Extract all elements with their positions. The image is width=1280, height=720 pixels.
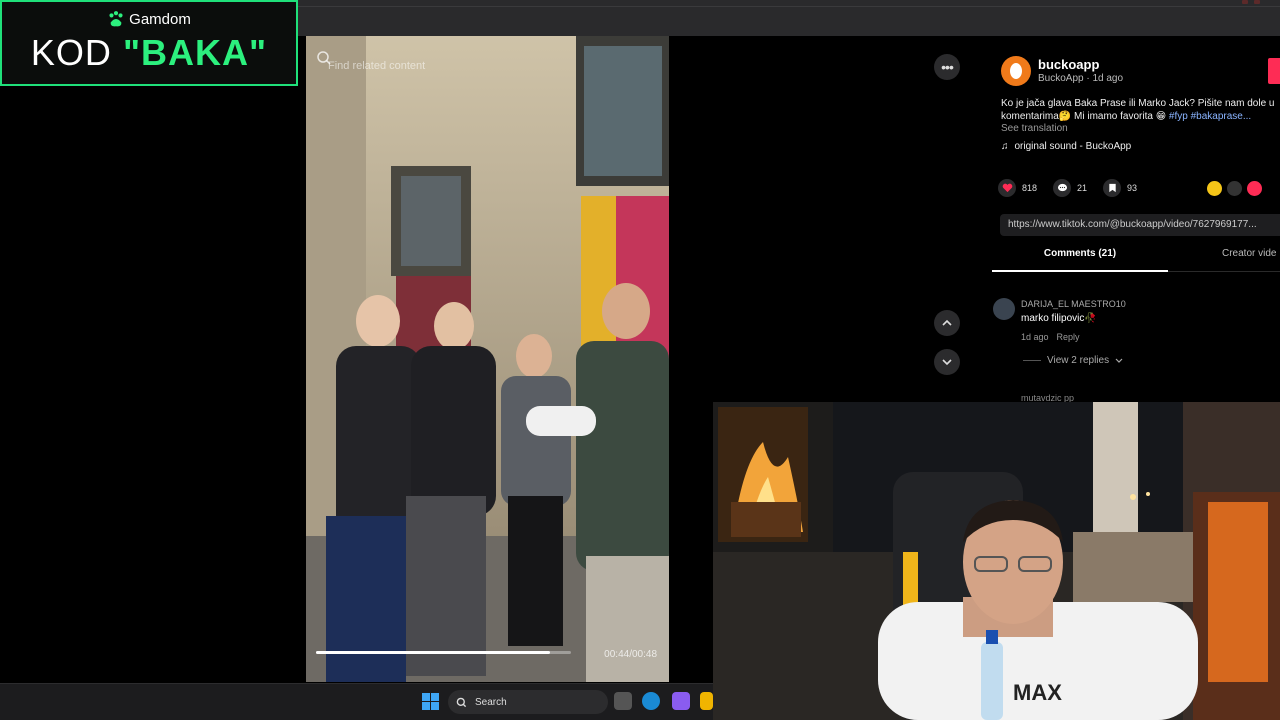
related-content-search[interactable]: Find related content xyxy=(316,50,659,82)
browser-divider xyxy=(298,6,1280,7)
creator-avatar[interactable] xyxy=(1001,56,1031,86)
video-url-field[interactable]: https://www.tiktok.com/@buckoapp/video/7… xyxy=(1000,214,1280,236)
search-icon[interactable] xyxy=(316,50,332,66)
edge-browser-icon[interactable] xyxy=(642,692,660,710)
caption-line-2: komentarima🤔 Mi imamo favorita 😁 #fyp #b… xyxy=(1001,110,1280,123)
taskbar-search-label: Search xyxy=(475,696,507,708)
browser-window-controls[interactable] xyxy=(1242,0,1260,4)
chevron-down-icon xyxy=(942,359,952,366)
file-explorer-icon[interactable] xyxy=(614,692,632,710)
next-commenter-username[interactable]: mutavdzic pp xyxy=(1021,393,1074,402)
music-title: original sound - BuckoApp xyxy=(1014,141,1132,152)
comment-text: marko filipovic🥀 xyxy=(1021,313,1097,324)
more-options-button[interactable]: ••• xyxy=(934,54,960,80)
related-content-placeholder: Find related content xyxy=(328,60,426,72)
left-empty-area xyxy=(0,86,306,683)
gamdom-brand-label: Gamdom xyxy=(129,10,191,28)
tab-comments[interactable]: Comments (21) xyxy=(992,248,1168,272)
browser-chrome xyxy=(298,0,1280,36)
view-replies-button[interactable]: View 2 replies xyxy=(1023,355,1123,366)
embed-icon[interactable] xyxy=(1227,181,1242,196)
webcam-image: MAX xyxy=(713,402,1280,720)
folder-icon[interactable] xyxy=(700,692,713,710)
previous-video-button[interactable] xyxy=(934,310,960,336)
caption-line-2-text: komentarima🤔 Mi imamo favorita 😁 xyxy=(1001,111,1169,122)
windows-start-icon[interactable] xyxy=(422,693,439,710)
heart-icon xyxy=(1002,183,1012,193)
more-horizontal-icon: ••• xyxy=(941,59,954,75)
save-button[interactable] xyxy=(1103,179,1122,197)
comment-icon xyxy=(1057,183,1067,192)
gamdom-promo-overlay: Gamdom KOD "BAKA" xyxy=(0,0,298,86)
send-share-icon[interactable] xyxy=(1247,181,1262,196)
video-progress-fill xyxy=(316,651,550,654)
follow-button[interactable] xyxy=(1268,58,1280,84)
save-count: 93 xyxy=(1127,183,1138,193)
music-link[interactable]: ♫ original sound - BuckoApp xyxy=(1001,141,1131,152)
music-note-icon: ♫ xyxy=(1001,141,1009,152)
like-count: 818 xyxy=(1022,183,1038,193)
promo-code-value: "BAKA" xyxy=(122,32,268,73)
gamdom-brand: Gamdom xyxy=(2,10,296,28)
emoji-share-icon[interactable] xyxy=(1207,181,1222,196)
promo-code: KOD "BAKA" xyxy=(2,32,296,74)
post-details-panel: buckoapp BuckoApp · 1d ago Ko je jača gl… xyxy=(978,36,1280,402)
comment-meta: 1d ago Reply xyxy=(1021,332,1080,342)
share-icons xyxy=(1207,181,1262,196)
video-frame xyxy=(306,36,669,682)
engagement-stats: 818 21 93 xyxy=(998,179,1147,197)
creator-submeta: BuckoApp · 1d ago xyxy=(1038,73,1124,84)
video-player[interactable]: Find related content 00:44/00:48 xyxy=(306,36,669,682)
chevron-down-icon xyxy=(1115,358,1123,363)
comment-count: 21 xyxy=(1077,183,1088,193)
comment-button[interactable] xyxy=(1053,179,1072,197)
webcam-feed: MAX xyxy=(713,402,1280,720)
svg-text:MAX: MAX xyxy=(1013,680,1062,705)
like-button[interactable] xyxy=(998,179,1016,197)
chevron-up-icon xyxy=(942,319,952,326)
commenter-username[interactable]: DARIJA_EL MAESTRO10 xyxy=(1021,299,1126,309)
paw-logo-icon xyxy=(109,11,123,27)
view-replies-label: View 2 replies xyxy=(1047,355,1110,366)
reply-button[interactable]: Reply xyxy=(1057,332,1080,342)
promo-code-prefix: KOD xyxy=(30,32,123,73)
post-caption: Ko je jača glava Baka Prase ili Marko Ja… xyxy=(1001,97,1280,123)
next-video-button[interactable] xyxy=(934,349,960,375)
windows-taskbar: Search xyxy=(0,683,713,720)
caption-hashtags[interactable]: #fyp #bakaprase... xyxy=(1169,111,1251,122)
video-timecode: 00:44/00:48 xyxy=(604,649,657,660)
commenter-avatar[interactable] xyxy=(993,298,1015,320)
taskbar-search[interactable]: Search xyxy=(448,690,608,714)
comment-tabs: Comments (21) Creator vide xyxy=(992,248,1280,272)
creator-username[interactable]: buckoapp xyxy=(1038,57,1099,72)
bookmark-icon xyxy=(1108,183,1116,193)
replies-divider xyxy=(1023,360,1041,361)
tab-creator-videos[interactable]: Creator vide xyxy=(1222,248,1276,259)
stream-screen: Gamdom KOD "BAKA" Find related content 0… xyxy=(0,0,1280,720)
caption-line-1: Ko je jača glava Baka Prase ili Marko Ja… xyxy=(1001,98,1275,109)
copilot-icon[interactable] xyxy=(672,692,690,710)
see-translation-link[interactable]: See translation xyxy=(1001,123,1068,134)
video-progress-bar[interactable] xyxy=(316,651,571,654)
comment-time: 1d ago xyxy=(1021,332,1049,342)
search-icon xyxy=(456,697,467,707)
